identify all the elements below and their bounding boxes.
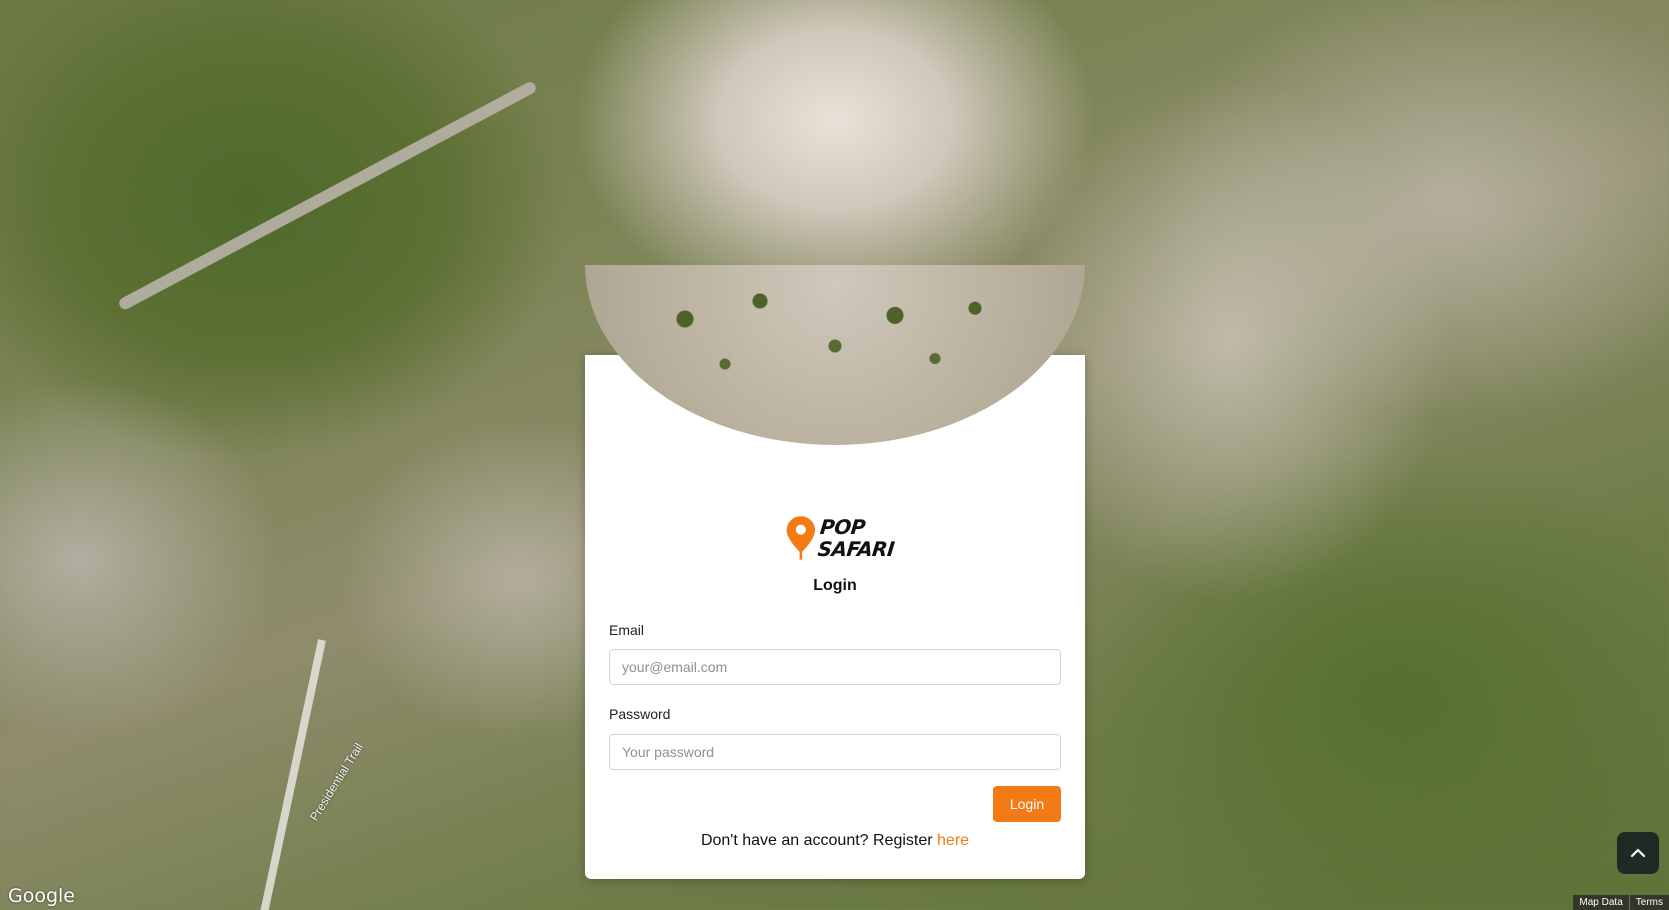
google-logo: Google [8, 885, 76, 907]
logo-wordmark: POP SAFARI [816, 515, 897, 561]
map-data-link[interactable]: Map Data [1573, 895, 1628, 910]
email-label: Email [609, 622, 645, 638]
trail-label: Presidential Trail [306, 740, 366, 824]
map-trail [259, 639, 326, 910]
register-prompt: Don't have an account? Register here [585, 832, 1085, 850]
register-prompt-text: Don't have an account? Register [700, 832, 938, 849]
password-input[interactable] [609, 734, 1061, 770]
logo-line-2: SAFARI [816, 537, 896, 561]
login-button[interactable]: Login [993, 786, 1061, 822]
map-pin-icon [786, 516, 816, 560]
email-input[interactable] [609, 649, 1061, 685]
terms-link[interactable]: Terms [1628, 895, 1669, 910]
card-arc-cutout [585, 265, 1085, 445]
map-attribution: Map Data Terms [1573, 895, 1669, 910]
password-label: Password [609, 706, 671, 722]
chevron-up-icon [1630, 848, 1646, 858]
scroll-to-top-button[interactable] [1617, 832, 1659, 874]
logo-line-1: POP [818, 515, 866, 539]
map-road [117, 80, 538, 312]
login-title: Login [813, 577, 857, 594]
login-card: POP SAFARI Login Email Password Login Do… [585, 265, 1085, 879]
register-link[interactable]: here [937, 832, 969, 849]
pop-safari-logo: POP SAFARI [785, 508, 895, 568]
